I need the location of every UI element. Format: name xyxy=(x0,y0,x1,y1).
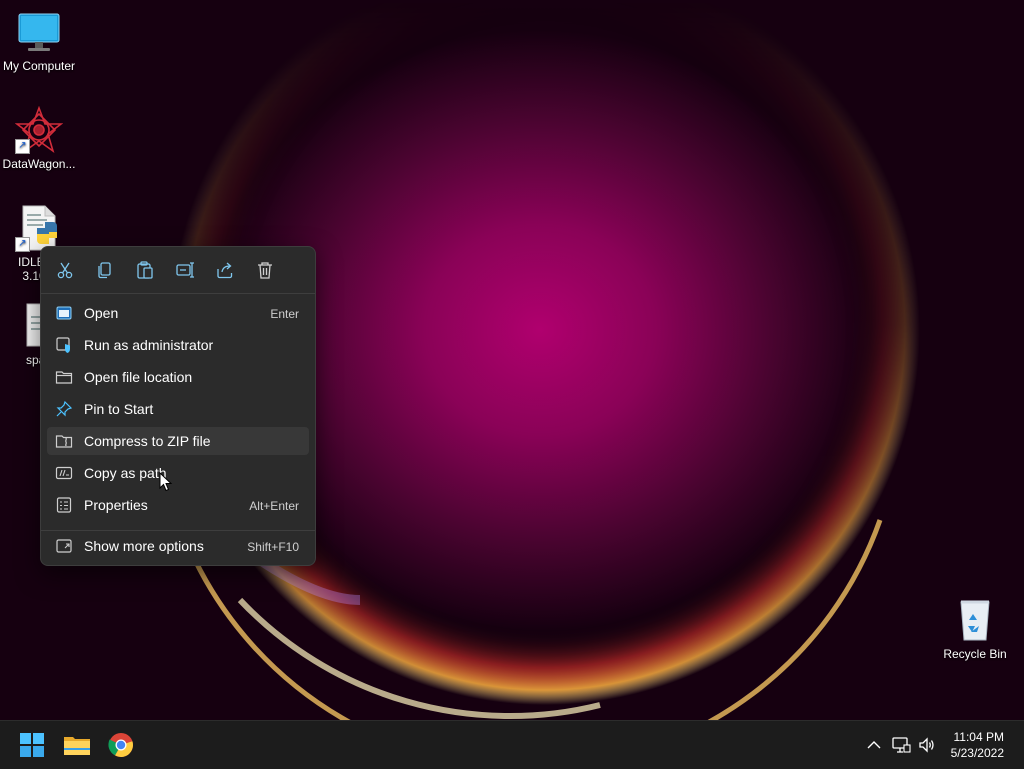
share-button[interactable] xyxy=(214,259,236,281)
datawagon-logo-icon: ↗ xyxy=(14,105,64,154)
clock-date: 5/23/2022 xyxy=(950,746,1004,760)
menu-item-label: Open xyxy=(84,305,119,321)
menu-item-copy-as-path[interactable]: Copy as path xyxy=(47,459,309,487)
rename-icon xyxy=(176,262,194,278)
mouse-cursor-icon xyxy=(159,471,173,492)
copy-button[interactable] xyxy=(94,259,116,281)
delete-button[interactable] xyxy=(254,259,276,281)
show-hidden-icons-button[interactable] xyxy=(864,735,884,755)
scissors-icon xyxy=(57,262,73,279)
menu-item-label: Copy as path xyxy=(84,465,167,481)
shield-icon xyxy=(55,336,73,354)
file-explorer-button[interactable] xyxy=(60,728,94,762)
more-options-icon xyxy=(55,537,73,555)
volume-button[interactable] xyxy=(917,735,937,755)
menu-item-show-more-options[interactable]: Show more options Shift+F10 xyxy=(47,532,309,560)
zip-folder-icon xyxy=(55,432,73,450)
trash-icon xyxy=(258,262,272,279)
menu-item-label: Run as administrator xyxy=(84,337,214,353)
paste-icon xyxy=(137,261,153,279)
desktop-icon-label: Recycle Bin xyxy=(943,647,1007,661)
shortcut-arrow-icon: ↗ xyxy=(15,139,30,154)
menu-item-pin-to-start[interactable]: Pin to Start xyxy=(47,395,309,423)
menu-item-label: Pin to Start xyxy=(84,401,154,417)
network-button[interactable] xyxy=(891,735,911,755)
volume-icon xyxy=(919,737,934,753)
rename-button[interactable] xyxy=(174,259,196,281)
menu-item-open[interactable]: Open Enter xyxy=(47,299,309,327)
context-menu: Open Enter Run as administrator Open fil… xyxy=(40,246,316,566)
taskbar: 11:04 PM 5/23/2022 xyxy=(0,720,1024,769)
desktop-icon-recycle-bin[interactable]: Recycle Bin xyxy=(936,596,1014,661)
menu-separator xyxy=(41,530,315,531)
share-icon xyxy=(217,262,233,279)
chrome-button[interactable] xyxy=(104,728,138,762)
menu-item-label: Open file location xyxy=(84,369,193,385)
path-icon xyxy=(55,464,73,482)
monitor-icon xyxy=(15,8,63,56)
menu-item-shortcut: Enter xyxy=(270,307,299,321)
start-button[interactable] xyxy=(15,728,49,762)
file-explorer-icon xyxy=(64,737,90,755)
chevron-up-icon xyxy=(867,741,881,749)
pin-icon xyxy=(55,400,73,418)
cut-button[interactable] xyxy=(54,259,76,281)
desktop-icon-datawagon[interactable]: ↗ DataWagon... xyxy=(0,105,78,171)
menu-item-label: Show more options xyxy=(84,538,204,554)
copy-icon xyxy=(98,262,111,279)
paste-button[interactable] xyxy=(134,259,156,281)
desktop-icon-my-computer[interactable]: My Computer xyxy=(0,8,78,73)
recycle-bin-icon xyxy=(951,596,999,644)
menu-item-properties[interactable]: Properties Alt+Enter xyxy=(47,491,309,519)
shortcut-arrow-icon: ↗ xyxy=(15,237,30,252)
menu-item-shortcut: Shift+F10 xyxy=(247,540,299,554)
chrome-icon xyxy=(108,733,133,757)
windows-start-icon xyxy=(20,733,44,757)
context-menu-toolbar xyxy=(41,247,315,294)
menu-item-compress-to-zip[interactable]: Compress to ZIP file xyxy=(47,427,309,455)
menu-item-label: Properties xyxy=(84,497,148,513)
python-idle-icon: ↗ xyxy=(15,204,63,252)
properties-icon xyxy=(55,496,73,514)
system-clock[interactable]: 11:04 PM 5/23/2022 xyxy=(951,729,1004,761)
menu-item-run-as-administrator[interactable]: Run as administrator xyxy=(47,331,309,359)
clock-time: 11:04 PM xyxy=(953,730,1004,744)
open-icon xyxy=(55,304,73,322)
menu-item-label: Compress to ZIP file xyxy=(84,433,211,449)
desktop-icon-label: DataWagon... xyxy=(2,157,76,171)
network-icon xyxy=(892,737,911,753)
menu-item-open-file-location[interactable]: Open file location xyxy=(47,363,309,391)
folder-icon xyxy=(55,368,73,386)
desktop-icon-label: My Computer xyxy=(2,59,76,73)
menu-item-shortcut: Alt+Enter xyxy=(249,499,299,513)
